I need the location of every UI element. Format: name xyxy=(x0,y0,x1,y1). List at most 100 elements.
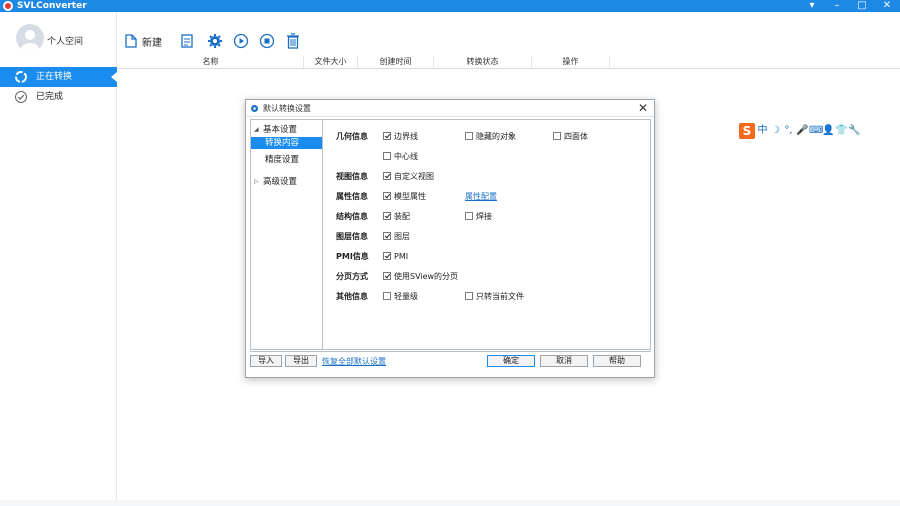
checkbox-layers[interactable]: 图层 xyxy=(383,231,410,241)
status-strip xyxy=(0,500,900,506)
option-label: 只转当前文件 xyxy=(476,291,524,301)
checkbox-model-attributes[interactable]: 模型属性 xyxy=(383,191,426,201)
play-icon xyxy=(233,33,249,49)
profile[interactable]: 个人空间 xyxy=(0,12,117,68)
option-label: PMI xyxy=(394,251,409,261)
column-header-name[interactable]: 名称 xyxy=(118,56,304,69)
checkbox-sview-paging[interactable]: 使用SView的分页 xyxy=(383,271,458,281)
option-label: 隐藏的对象 xyxy=(476,131,516,141)
row-label-pmi: PMI信息 xyxy=(336,252,369,261)
microphone-icon[interactable]: 🎤 xyxy=(796,124,808,138)
export-button[interactable]: 导出 xyxy=(285,355,317,367)
settings-tree: ◢ 基本设置 转换内容 精度设置 ▷ 高级设置 xyxy=(250,119,322,350)
checkbox-box xyxy=(465,132,473,140)
checkbox-box xyxy=(383,252,391,260)
option-label: 模型属性 xyxy=(394,191,426,201)
column-header-actions[interactable]: 操作 xyxy=(532,56,610,69)
close-icon[interactable]: ✕ xyxy=(637,102,649,114)
column-header-size[interactable]: 文件大小 xyxy=(304,56,358,69)
checkbox-custom-view[interactable]: 自定义视图 xyxy=(383,171,434,181)
tree-item-content[interactable]: 转换内容 xyxy=(251,137,322,149)
avatar[interactable] xyxy=(16,24,44,52)
settings-button[interactable] xyxy=(207,31,223,51)
collapsed-triangle-icon: ▷ xyxy=(254,178,259,185)
attribute-config-link[interactable]: 属性配置 xyxy=(465,191,497,202)
gear-icon xyxy=(251,105,258,112)
app-title: SVLConverter xyxy=(17,1,87,11)
option-label: 四面体 xyxy=(564,131,588,141)
keyboard-icon[interactable]: ⌨ xyxy=(809,124,823,138)
row-label-paging: 分页方式 xyxy=(336,272,368,281)
gear-icon xyxy=(208,34,222,48)
tree-item-label: 高级设置 xyxy=(263,177,298,187)
dialog-title-bar[interactable]: 默认转换设置 ✕ xyxy=(246,100,654,117)
help-button[interactable]: 帮助 xyxy=(593,355,641,367)
checkbox-box xyxy=(383,212,391,220)
column-header-status[interactable]: 转换状态 xyxy=(434,56,532,69)
checkbox-weld[interactable]: 焊接 xyxy=(465,211,492,221)
checkbox-current-file-only[interactable]: 只转当前文件 xyxy=(465,291,524,301)
dialog-title: 默认转换设置 xyxy=(263,104,311,113)
option-label: 图层 xyxy=(394,231,410,241)
checkbox-box xyxy=(383,172,391,180)
checkbox-centerline[interactable]: 中心线 xyxy=(383,151,418,161)
checkbox-assembly[interactable]: 装配 xyxy=(383,211,410,221)
stop-button[interactable] xyxy=(259,31,275,51)
delete-button[interactable] xyxy=(286,31,300,51)
ime-logo-icon[interactable]: S xyxy=(739,123,755,139)
sidebar-item-completed[interactable]: 已完成 xyxy=(0,87,117,107)
app-logo-icon xyxy=(3,1,13,11)
checkbox-tetrahedron[interactable]: 四面体 xyxy=(553,131,588,141)
checkbox-box xyxy=(383,232,391,240)
row-label-layers: 图层信息 xyxy=(336,232,368,241)
import-button[interactable]: 导入 xyxy=(250,355,282,367)
checkbox-pmi[interactable]: PMI xyxy=(383,251,408,261)
restore-defaults-link[interactable]: 恢复全部默认设置 xyxy=(322,356,386,367)
document-button[interactable] xyxy=(180,31,194,51)
checkbox-box xyxy=(465,292,473,300)
punctuation-icon[interactable]: °, xyxy=(783,124,794,138)
footer-divider xyxy=(250,351,651,352)
profile-name[interactable]: 个人空间 xyxy=(47,34,83,47)
sidebar-item-converting[interactable]: 正在转换 xyxy=(0,67,117,87)
check-circle-icon xyxy=(15,91,27,103)
stop-icon xyxy=(259,33,275,49)
menu-button[interactable]: ▾ xyxy=(801,0,823,12)
column-header-created[interactable]: 创建时间 xyxy=(358,56,434,69)
expanded-triangle-icon: ◢ xyxy=(254,126,259,133)
maximize-button[interactable]: □ xyxy=(851,0,873,12)
checkbox-hidden-objects[interactable]: 隐藏的对象 xyxy=(465,131,516,141)
close-button[interactable]: ✕ xyxy=(876,0,898,12)
start-button[interactable] xyxy=(233,31,249,51)
tree-item-advanced[interactable]: ▷ 高级设置 xyxy=(251,176,322,188)
wrench-icon[interactable]: 🔧 xyxy=(848,124,860,138)
checkbox-box xyxy=(383,192,391,200)
row-label-other: 其他信息 xyxy=(336,292,368,301)
tree-item-basic[interactable]: ◢ 基本设置 xyxy=(251,124,322,136)
checkbox-lightweight[interactable]: 轻量级 xyxy=(383,291,418,301)
option-label: 使用SView的分页 xyxy=(394,271,459,281)
option-label: 装配 xyxy=(394,211,410,221)
option-label: 中心线 xyxy=(394,151,418,161)
minimize-button[interactable]: – xyxy=(826,0,848,12)
moon-icon[interactable]: ☽ xyxy=(770,124,781,138)
cancel-button[interactable]: 取消 xyxy=(540,355,588,367)
checkbox-box xyxy=(383,152,391,160)
ime-toolbar: S 中 ☽ °, 🎤 ⌨ 👤 👕 🔧 xyxy=(739,123,877,139)
checkbox-box xyxy=(553,132,561,140)
sidebar: 个人空间 正在转换 已完成 xyxy=(0,12,117,506)
ime-mode[interactable]: 中 xyxy=(757,124,768,138)
checkbox-boundary[interactable]: 边界线 xyxy=(383,131,418,141)
ok-button[interactable]: 确定 xyxy=(487,355,535,367)
option-label: 轻量级 xyxy=(394,291,418,301)
shirt-icon[interactable]: 👕 xyxy=(835,124,847,138)
sync-icon xyxy=(15,71,27,83)
option-label: 自定义视图 xyxy=(394,171,434,181)
checkbox-box xyxy=(383,132,391,140)
user-icon[interactable]: 👤 xyxy=(822,124,834,138)
new-button[interactable]: 新建 xyxy=(124,31,162,51)
sidebar-item-label: 正在转换 xyxy=(36,72,73,82)
title-bar: SVLConverter ▾ – □ ✕ xyxy=(0,0,900,12)
option-label: 焊接 xyxy=(476,211,492,221)
tree-item-precision[interactable]: 精度设置 xyxy=(251,154,322,166)
